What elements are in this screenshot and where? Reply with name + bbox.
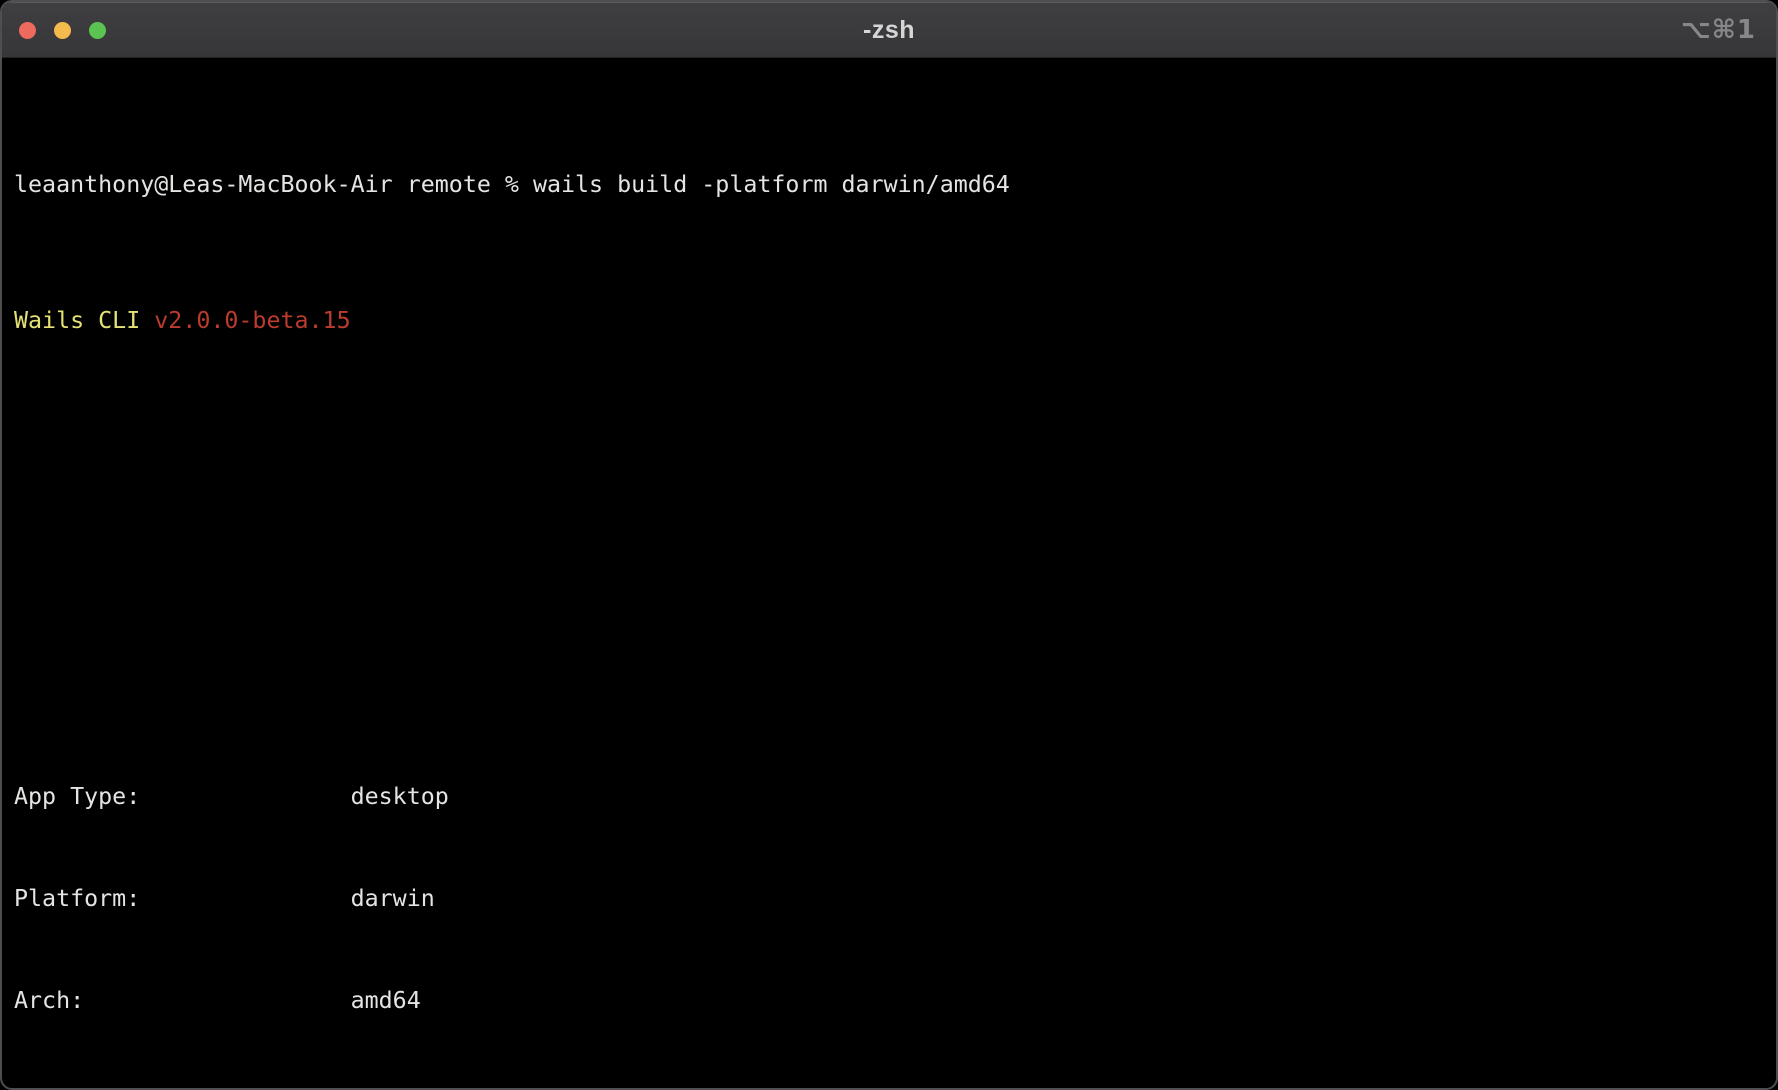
build-option-row: Arch:amd64	[14, 984, 1764, 1018]
option-value: desktop	[351, 783, 449, 810]
option-label: Arch:	[14, 984, 351, 1018]
build-option-row: Platform:darwin	[14, 882, 1764, 916]
command-text: wails build -platform darwin/amd64	[533, 171, 1010, 198]
option-value: amd64	[351, 987, 421, 1014]
zoom-button[interactable]	[89, 22, 106, 39]
blank-line	[14, 542, 1764, 576]
terminal-window: -zsh ⌥⌘1 leaanthony@Leas-MacBook-Air rem…	[0, 0, 1778, 1090]
close-button[interactable]	[19, 22, 36, 39]
option-label: Platform:	[14, 882, 351, 916]
keyboard-shortcut-hint: ⌥⌘1	[1681, 2, 1756, 58]
titlebar[interactable]: -zsh ⌥⌘1	[2, 2, 1776, 58]
blank-line	[14, 644, 1764, 678]
cli-version: v2.0.0-beta.15	[154, 307, 350, 334]
window-title: -zsh	[863, 16, 915, 45]
terminal-output[interactable]: leaanthony@Leas-MacBook-Air remote % wail…	[2, 58, 1776, 1090]
cli-name: Wails CLI	[14, 307, 140, 334]
option-value: darwin	[351, 885, 435, 912]
traffic-lights	[19, 2, 106, 58]
shell-prompt: leaanthony@Leas-MacBook-Air remote %	[14, 171, 519, 198]
build-option-row: Compiler:/usr/local/go/bin/go	[14, 1086, 1764, 1090]
command-line-wails-build: leaanthony@Leas-MacBook-Air remote % wail…	[14, 168, 1764, 202]
option-label: App Type:	[14, 780, 351, 814]
minimize-button[interactable]	[54, 22, 71, 39]
option-label: Compiler:	[14, 1086, 351, 1090]
cli-version-line: Wails CLI v2.0.0-beta.15	[14, 304, 1764, 338]
blank-line	[14, 440, 1764, 474]
build-option-row: App Type:desktop	[14, 780, 1764, 814]
